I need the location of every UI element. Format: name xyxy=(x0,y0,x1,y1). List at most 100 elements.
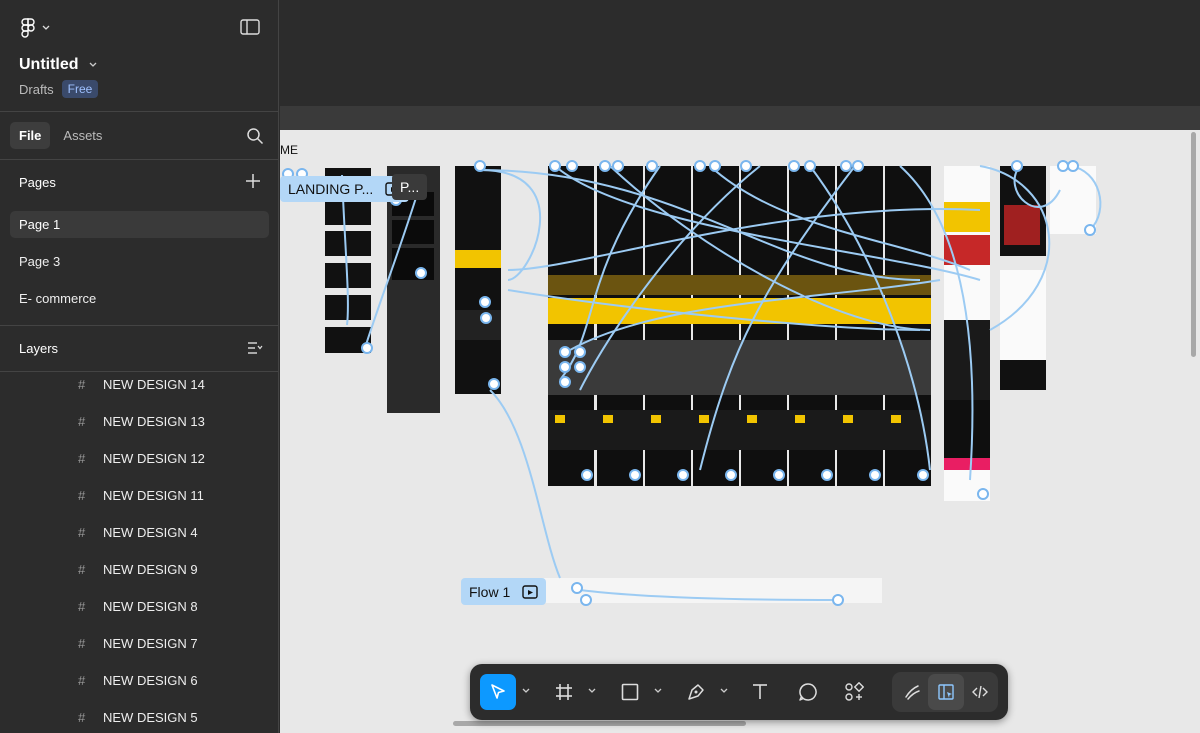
layer-label: NEW DESIGN 8 xyxy=(103,599,198,614)
cursor-icon xyxy=(491,684,505,699)
chevron-down-icon xyxy=(89,62,97,67)
flow-tag-flow1[interactable]: Flow 1 xyxy=(461,578,547,605)
toggle-panel-button[interactable] xyxy=(240,19,260,40)
frames-main xyxy=(548,166,931,486)
chevron-down-icon xyxy=(654,688,662,693)
frame-icon: # xyxy=(78,599,86,614)
frames-left xyxy=(325,166,501,413)
layer-item[interactable]: # NEW DESIGN 13 xyxy=(78,414,205,429)
text-icon xyxy=(753,684,767,699)
collapse-layers-button[interactable] xyxy=(247,341,263,360)
chevron-down-icon xyxy=(42,25,50,30)
layers-heading: Layers xyxy=(19,341,59,356)
horizontal-scroll-thumb[interactable] xyxy=(453,721,746,726)
layer-label: NEW DESIGN 6 xyxy=(103,673,198,688)
file-location-row: Drafts Free xyxy=(19,80,99,98)
page-label: Page 1 xyxy=(19,217,61,232)
dev-mode-button[interactable] xyxy=(962,674,998,710)
layer-item[interactable]: # NEW DESIGN 9 xyxy=(78,562,198,577)
pen-tool-button[interactable] xyxy=(678,674,714,710)
file-name-menu[interactable]: Untitled xyxy=(19,56,97,74)
plus-icon xyxy=(246,174,260,188)
rectangle-icon xyxy=(621,683,639,701)
search-icon xyxy=(247,128,264,145)
move-tool-menu[interactable] xyxy=(522,686,530,696)
divider xyxy=(0,325,279,326)
figma-app: ME LANDING P... P... Flow 1 Untitled Dra… xyxy=(0,0,1200,733)
design-mode-icon xyxy=(938,684,954,700)
frame-icon: # xyxy=(78,414,86,429)
frame-icon: # xyxy=(78,562,86,577)
move-tool-button[interactable] xyxy=(480,674,516,710)
vertical-scroll-thumb[interactable] xyxy=(1191,132,1196,357)
flow-tag-label: LANDING P... xyxy=(288,181,374,197)
design-canvas[interactable]: ME LANDING P... P... Flow 1 xyxy=(280,130,1188,733)
layer-label: NEW DESIGN 11 xyxy=(103,488,204,503)
layer-item[interactable]: # NEW DESIGN 6 xyxy=(78,673,198,688)
chevron-down-icon xyxy=(720,688,728,693)
comment-tool-button[interactable] xyxy=(790,674,826,710)
actions-icon xyxy=(845,682,864,701)
frame-icon: # xyxy=(78,525,86,540)
pen-icon xyxy=(688,684,704,700)
layer-label: NEW DESIGN 7 xyxy=(103,636,198,651)
drafts-link[interactable]: Drafts xyxy=(19,82,54,97)
draw-icon xyxy=(905,685,920,700)
frame-icon: # xyxy=(78,488,86,503)
tab-assets[interactable]: Assets xyxy=(54,122,111,149)
design-mode-button[interactable] xyxy=(928,674,964,710)
text-tool-button[interactable] xyxy=(742,674,778,710)
page-label: Page 3 xyxy=(19,254,61,269)
layer-label: NEW DESIGN 14 xyxy=(103,377,205,392)
page-item-e-commerce[interactable]: E- commerce xyxy=(10,285,269,312)
frames-right xyxy=(944,166,1096,501)
collapse-layers-icon xyxy=(248,342,263,354)
comment-icon xyxy=(799,683,817,701)
divider xyxy=(0,159,279,160)
shape-tool-button[interactable] xyxy=(612,674,648,710)
actions-tool-button[interactable] xyxy=(836,674,872,710)
pen-tool-menu[interactable] xyxy=(720,686,728,696)
flow-tag-landing[interactable]: LANDING P... xyxy=(280,176,410,202)
tab-file[interactable]: File xyxy=(10,122,51,149)
shape-tool-menu[interactable] xyxy=(654,686,662,696)
divider xyxy=(0,371,279,372)
layer-item[interactable]: # NEW DESIGN 8 xyxy=(78,599,198,614)
layer-item[interactable]: # NEW DESIGN 4 xyxy=(78,525,198,540)
frame-tool-menu[interactable] xyxy=(588,686,596,696)
chevron-down-icon xyxy=(522,688,530,693)
horizontal-ruler xyxy=(280,106,1200,130)
frame-icon: # xyxy=(78,451,86,466)
layer-item[interactable]: # NEW DESIGN 7 xyxy=(78,636,198,651)
vertical-scrollbar[interactable] xyxy=(1188,130,1200,733)
draw-mode-button[interactable] xyxy=(894,674,930,710)
layer-label: NEW DESIGN 13 xyxy=(103,414,205,429)
figma-logo-icon xyxy=(21,18,35,38)
layer-item[interactable]: # NEW DESIGN 12 xyxy=(78,451,205,466)
add-page-button[interactable] xyxy=(246,172,260,192)
layer-label: NEW DESIGN 9 xyxy=(103,562,198,577)
page-item-page-3[interactable]: Page 3 xyxy=(10,248,269,275)
plan-badge: Free xyxy=(61,80,99,98)
pages-heading: Pages xyxy=(19,175,56,190)
canvas-frames xyxy=(282,160,1102,606)
flow-tag-p[interactable]: P... xyxy=(392,174,428,200)
sidebar-tabs: File Assets xyxy=(10,122,111,149)
sidebar-panel-icon xyxy=(240,19,260,35)
layer-label: NEW DESIGN 4 xyxy=(103,525,198,540)
layer-item[interactable]: # NEW DESIGN 14 xyxy=(78,377,205,392)
play-frame-icon xyxy=(522,584,538,599)
flow-tag-label: Flow 1 xyxy=(469,583,511,600)
frame-icon: # xyxy=(78,710,86,725)
left-sidebar: Untitled Drafts Free File Assets Pages P… xyxy=(0,0,279,733)
search-button[interactable] xyxy=(246,127,264,150)
layer-item[interactable]: # NEW DESIGN 11 xyxy=(78,488,204,503)
layer-item[interactable]: # NEW DESIGN 5 xyxy=(78,710,198,725)
frame-icon: # xyxy=(78,636,86,651)
frame-icon: # xyxy=(78,377,86,392)
flow-tag-label: P... xyxy=(400,179,420,195)
divider xyxy=(0,111,279,112)
main-menu-button[interactable] xyxy=(20,18,50,38)
page-item-page-1[interactable]: Page 1 xyxy=(10,211,269,238)
frame-tool-button[interactable] xyxy=(546,674,582,710)
